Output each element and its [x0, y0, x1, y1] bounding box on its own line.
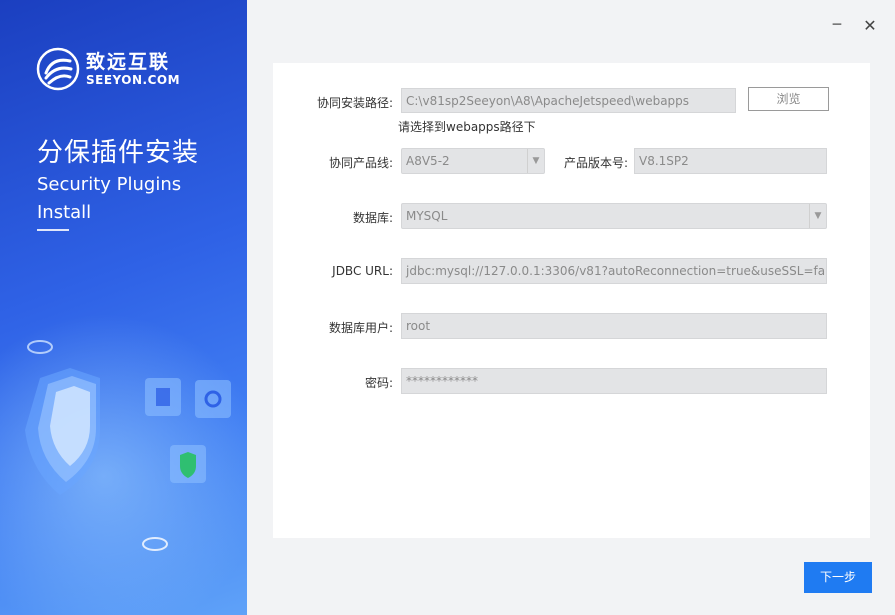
product-version-field[interactable]: V8.1SP2 — [634, 148, 827, 174]
install-path-hint: 请选择到webapps路径下 — [398, 120, 536, 134]
product-line-select[interactable]: A8V5-2 ▼ — [401, 148, 545, 174]
minimize-button[interactable]: ─ — [826, 14, 848, 36]
gear-icon — [195, 380, 231, 418]
seeyon-logo-icon — [36, 47, 80, 91]
shield-icon — [25, 368, 100, 495]
install-path-label: 协同安装路径: — [316, 96, 393, 110]
db-user-label: 数据库用户: — [328, 321, 393, 335]
product-line-label: 协同产品线: — [328, 156, 393, 170]
chevron-down-icon: ▼ — [809, 204, 826, 228]
browse-button[interactable]: 浏览 — [748, 87, 829, 111]
minimize-icon: ─ — [832, 17, 842, 33]
jdbc-url-label: JDBC URL: — [332, 264, 393, 278]
product-version-label: 产品版本号: — [563, 156, 628, 170]
page-title-cn: 分保插件安装 — [37, 138, 200, 168]
database-label: 数据库: — [352, 211, 393, 225]
install-path-field[interactable]: C:\v81sp2Seeyon\A8\ApacheJetspeed\webapp… — [401, 88, 736, 113]
chevron-down-icon: ▼ — [527, 149, 544, 173]
password-label: 密码: — [364, 376, 393, 390]
brand-name-cn: 致远互联 — [86, 51, 171, 73]
brand-name-en: SEEYON.COM — [86, 73, 181, 87]
next-button[interactable]: 下一步 — [804, 562, 872, 593]
product-line-value: A8V5-2 — [406, 154, 450, 168]
close-icon: ✕ — [863, 15, 877, 35]
database-value: MYSQL — [406, 209, 448, 223]
form-panel — [273, 63, 870, 538]
mini-shield-icon — [170, 445, 206, 483]
jdbc-url-field[interactable]: jdbc:mysql://127.0.0.1:3306/v81?autoReco… — [401, 258, 827, 284]
title-underline — [37, 229, 69, 231]
database-select[interactable]: MYSQL ▼ — [401, 203, 827, 229]
left-banner: 致远互联 SEEYON.COM 分保插件安装 Security Plugins … — [0, 0, 247, 615]
password-field[interactable]: ************ — [401, 368, 827, 394]
page-title-en: Security Plugins Install — [37, 174, 182, 223]
document-icon — [145, 378, 181, 416]
db-user-field[interactable]: root — [401, 313, 827, 339]
brand-logo: 致远互联 SEEYON.COM — [36, 47, 180, 91]
close-button[interactable]: ✕ — [859, 14, 881, 36]
security-illustration — [25, 340, 231, 551]
